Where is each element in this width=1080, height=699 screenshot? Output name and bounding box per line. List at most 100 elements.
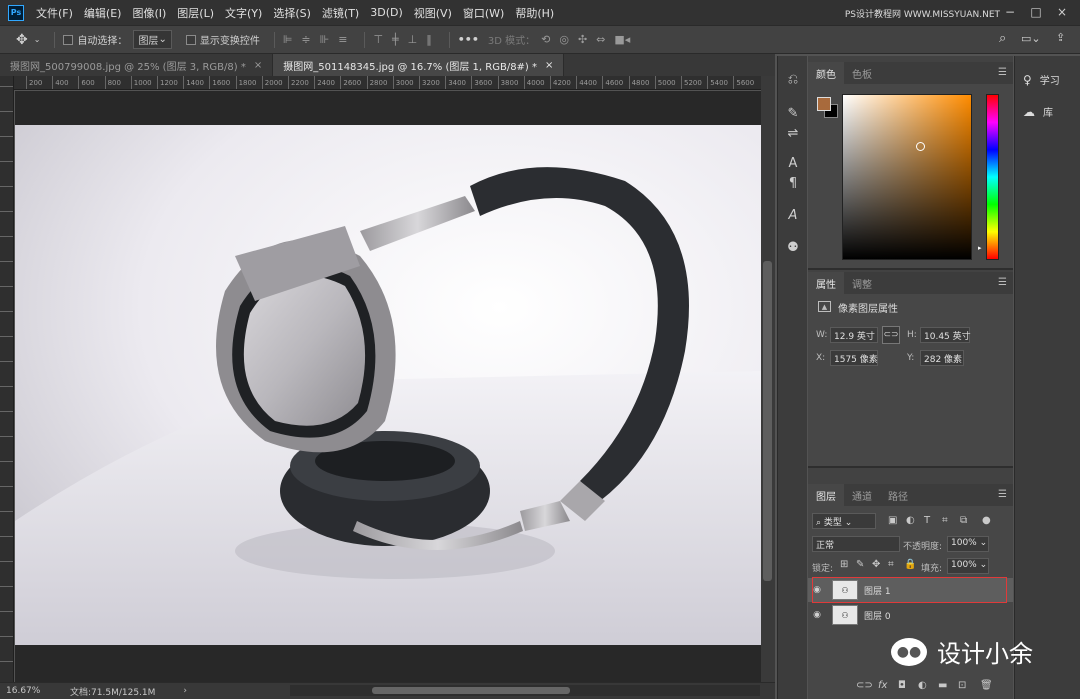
delete-layer-icon[interactable]: 🗑 — [980, 680, 993, 691]
status-arrow-icon[interactable]: › — [183, 686, 187, 696]
align-center-icon[interactable]: ≑ — [301, 33, 310, 46]
canvas-area[interactable] — [15, 91, 761, 682]
hue-slider[interactable] — [986, 94, 999, 260]
lock-artboard-icon[interactable]: ⌗ — [888, 559, 894, 570]
tab-adjustments[interactable]: 调整 — [844, 272, 880, 294]
color-field[interactable] — [842, 94, 972, 260]
maximize-icon[interactable]: □ — [1028, 4, 1044, 20]
auto-select-dropdown[interactable]: 图层 ⌄ — [133, 30, 172, 49]
menu-layer[interactable]: 图层(L) — [177, 5, 214, 21]
link-layers-icon[interactable]: ⊂⊃ — [856, 680, 873, 691]
vertical-scrollbar[interactable] — [761, 76, 775, 682]
filter-shape-icon[interactable]: ⌗ — [942, 515, 948, 526]
align-bottom-icon[interactable]: ⊥ — [408, 33, 418, 46]
filter-smart-object-icon[interactable]: ⧉ — [960, 515, 967, 526]
search-icon[interactable]: ⌕ — [999, 31, 1006, 46]
3d-roll-icon[interactable]: ◎ — [559, 33, 569, 46]
align-middle-icon[interactable]: ╪ — [392, 33, 399, 46]
x-field[interactable]: 1575 像素 — [830, 350, 878, 366]
filter-adjustment-icon[interactable]: ◐ — [906, 515, 915, 526]
fill-field[interactable]: 100% ⌄ — [947, 558, 989, 574]
new-layer-icon[interactable]: ⊡ — [958, 680, 966, 691]
link-icon[interactable]: ⊂⊃ — [882, 326, 900, 344]
filter-type-icon[interactable]: T — [924, 515, 930, 526]
menu-image[interactable]: 图像(I) — [132, 5, 166, 21]
menu-select[interactable]: 选择(S) — [273, 5, 311, 21]
lock-image-icon[interactable]: ✎ — [856, 559, 864, 570]
3d-orbit-icon[interactable]: ⟲ — [541, 33, 550, 46]
align-top-icon[interactable]: ⊤ — [373, 33, 383, 46]
close-tab-icon[interactable]: × — [545, 60, 553, 71]
tab-paths[interactable]: 路径 — [880, 484, 916, 506]
3d-slide-icon[interactable]: ⇔ — [596, 33, 605, 46]
blend-mode-dropdown[interactable]: 正常 — [812, 536, 900, 552]
color-picker-cursor[interactable] — [916, 142, 925, 151]
tab-layers[interactable]: 图层 — [808, 484, 844, 506]
menu-help[interactable]: 帮助(H) — [515, 5, 554, 21]
close-tab-icon[interactable]: × — [254, 60, 262, 71]
filter-toggle-icon[interactable]: ● — [982, 515, 991, 526]
library-panel-button[interactable]: ☁ 库 — [1023, 104, 1053, 120]
show-transform-checkbox[interactable]: 显示变换控件 — [185, 32, 260, 47]
lock-transparent-icon[interactable]: ⊞ — [840, 559, 848, 570]
fx-icon[interactable]: fx — [878, 680, 887, 691]
tab-document-1[interactable]: 摄图网_500799008.jpg @ 25% (图层 3, RGB/8) * × — [0, 54, 274, 76]
tab-document-2[interactable]: 摄图网_501148345.jpg @ 16.7% (图层 1, RGB/8#)… — [273, 54, 565, 76]
horizontal-ruler[interactable]: 200 400 600 800 1000 1200 1400 1600 1800 2000 2200… — [14, 76, 761, 90]
menu-filter[interactable]: 滤镜(T) — [322, 5, 359, 21]
vertical-ruler[interactable] — [0, 76, 14, 682]
auto-select-checkbox[interactable]: 自动选择： — [63, 32, 127, 47]
lock-position-icon[interactable]: ✥ — [872, 559, 880, 570]
adjustment-layer-icon[interactable]: ◐ — [918, 680, 927, 691]
opacity-field[interactable]: 100% ⌄ — [947, 536, 989, 552]
tab-properties[interactable]: 属性 — [808, 272, 844, 294]
glyphs-icon[interactable]: A — [784, 206, 802, 224]
panel-menu-icon[interactable]: ☰ — [998, 277, 1007, 288]
y-field[interactable]: 282 像素 — [920, 350, 964, 366]
height-field[interactable]: 10.45 英寸 — [920, 327, 971, 343]
character-icon[interactable]: A — [784, 154, 802, 172]
visibility-eye-icon[interactable]: ◉ — [808, 610, 826, 620]
distribute-icon[interactable]: ≡ — [338, 33, 347, 46]
learn-panel-button[interactable]: ♀ 学习 — [1023, 72, 1060, 88]
lock-all-icon[interactable]: 🔒 — [904, 559, 916, 570]
new-group-icon[interactable]: ▬ — [938, 680, 947, 691]
menu-3d[interactable]: 3D(D) — [370, 6, 403, 19]
3d-camera-icon[interactable]: ■◂ — [614, 33, 630, 46]
distribute-vertical-icon[interactable]: ‖ — [426, 33, 432, 46]
layer-thumbnail[interactable]: ⚇ — [832, 605, 858, 625]
share-icon[interactable]: ⇪ — [1056, 31, 1065, 44]
foreground-color-swatch[interactable] — [817, 97, 831, 111]
minimize-icon[interactable]: − — [1002, 4, 1018, 20]
close-window-icon[interactable]: × — [1054, 4, 1070, 20]
document-size[interactable]: 文档:71.5M/125.1M — [70, 685, 155, 698]
align-right-icon[interactable]: ⊪ — [320, 33, 330, 46]
brush-settings-icon[interactable]: ✎ — [784, 104, 802, 122]
align-left-icon[interactable]: ⊫ — [283, 33, 293, 46]
tab-color[interactable]: 颜色 — [808, 62, 844, 84]
menu-window[interactable]: 窗口(W) — [463, 5, 504, 21]
filter-pixel-icon[interactable]: ▣ — [888, 515, 897, 526]
panel-menu-icon[interactable]: ☰ — [998, 489, 1007, 500]
more-options-icon[interactable]: ••• — [458, 33, 479, 46]
horizontal-scrollbar[interactable] — [290, 685, 760, 696]
add-mask-icon[interactable]: ◘ — [898, 680, 906, 691]
menu-type[interactable]: 文字(Y) — [225, 5, 262, 21]
layer-filter-dropdown[interactable]: ⌕ 类型 ⌄ — [812, 513, 876, 529]
horizontal-scroll-thumb[interactable] — [372, 687, 570, 694]
paragraph-icon[interactable]: ¶ — [784, 174, 802, 192]
layer-name[interactable]: 图层 0 — [864, 609, 891, 622]
tab-swatches[interactable]: 色板 — [844, 62, 880, 84]
libraries-icon[interactable]: ⚉ — [784, 238, 802, 256]
document-canvas[interactable] — [15, 91, 761, 682]
adjust-sliders-icon[interactable]: ⇌ — [784, 124, 802, 142]
3d-pan-icon[interactable]: ✣ — [578, 33, 587, 46]
tab-channels[interactable]: 通道 — [844, 484, 880, 506]
menu-file[interactable]: 文件(F) — [36, 5, 73, 21]
menu-view[interactable]: 视图(V) — [414, 5, 452, 21]
history-icon[interactable]: ⎌ — [784, 70, 802, 88]
tool-preset-chevron-icon[interactable]: ⌄ — [34, 35, 41, 44]
hue-marker-icon[interactable]: ▸ — [978, 244, 982, 252]
menu-edit[interactable]: 编辑(E) — [84, 5, 122, 21]
layer-row[interactable]: ◉ ⚇ 图层 0 — [808, 603, 1013, 627]
